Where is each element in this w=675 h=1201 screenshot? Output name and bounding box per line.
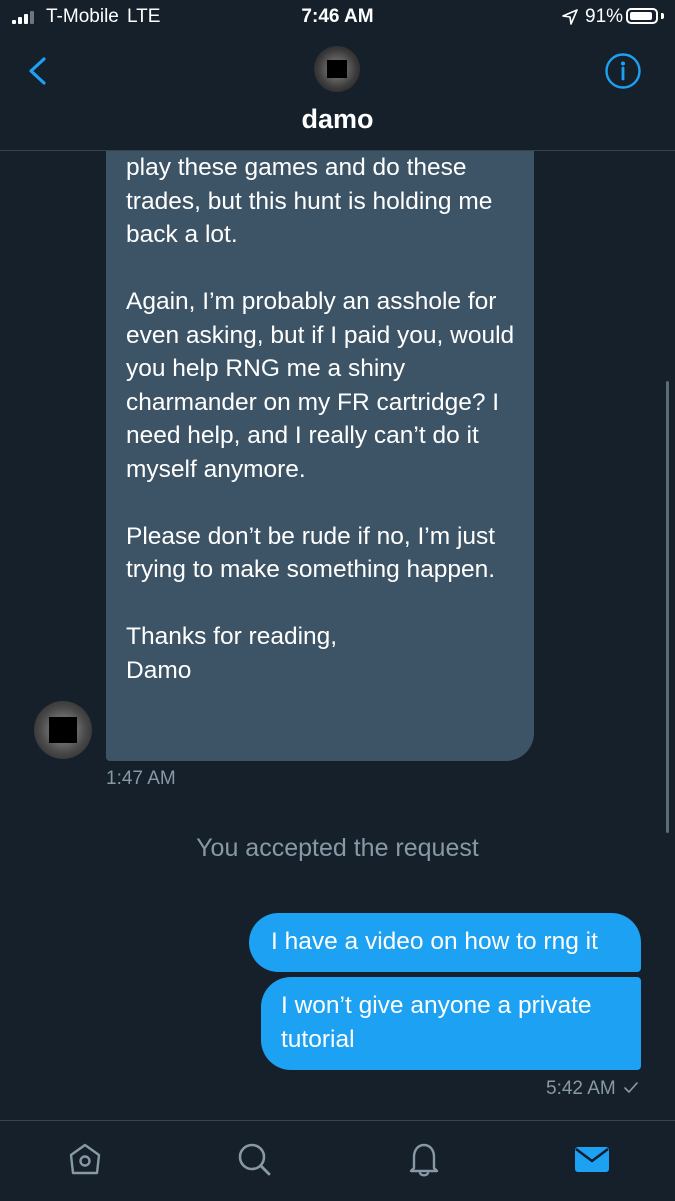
sent-message-text: I won’t give anyone a private tutorial — [281, 992, 592, 1053]
home-icon[interactable] — [65, 1139, 105, 1179]
sent-timestamp: 5:42 AM — [546, 1078, 639, 1100]
received-timestamp: 1:47 AM — [106, 768, 176, 789]
chevron-left-icon[interactable] — [22, 54, 56, 88]
mail-icon[interactable] — [572, 1139, 612, 1179]
received-message-bubble[interactable]: play these games and do these trades, bu… — [106, 151, 534, 761]
message-thread[interactable]: play these games and do these trades, bu… — [0, 151, 675, 1120]
battery-icon — [626, 8, 658, 24]
sent-message-bubble[interactable]: I won’t give anyone a private tutorial — [261, 977, 641, 1070]
conversation-header: damo — [0, 36, 675, 151]
sender-avatar[interactable] — [34, 701, 92, 759]
battery-nub — [661, 13, 664, 19]
conversation-title[interactable]: damo — [0, 104, 675, 135]
bottom-tab-bar — [0, 1120, 675, 1201]
checkmark-icon — [624, 1082, 638, 1093]
request-accepted-note: You accepted the request — [196, 834, 479, 862]
location-arrow-icon — [562, 9, 578, 25]
sent-message-text: I have a video on how to rng it — [271, 928, 598, 955]
battery-percent: 91% — [585, 6, 624, 27]
scrollbar[interactable] — [666, 381, 669, 833]
bell-icon[interactable] — [404, 1139, 444, 1179]
sent-time-text: 5:42 AM — [546, 1078, 616, 1099]
info-icon[interactable] — [604, 52, 642, 90]
sent-message-bubble[interactable]: I have a video on how to rng it — [249, 913, 641, 972]
status-bar: T-Mobile LTE 7:46 AM 91% — [0, 0, 675, 36]
received-message-text: play these games and do these trades, bu… — [126, 154, 515, 684]
search-icon[interactable] — [234, 1139, 274, 1179]
avatar[interactable] — [314, 46, 360, 92]
